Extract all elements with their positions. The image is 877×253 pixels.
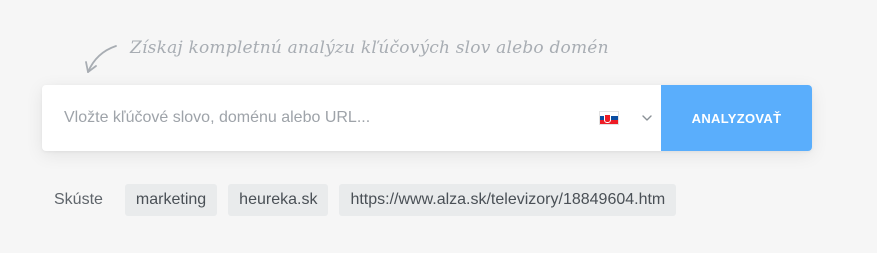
try-label: Skúste xyxy=(54,191,103,208)
hint-text: Získaj kompletnú analýzu kľúčových slov … xyxy=(130,38,609,58)
search-input[interactable] xyxy=(42,85,587,151)
slovakia-flag-icon xyxy=(599,111,619,125)
chevron-down-icon xyxy=(642,115,652,121)
curved-arrow-icon xyxy=(85,45,117,73)
suggestion-chip[interactable]: https://www.alza.sk/televizory/18849604.… xyxy=(339,184,677,216)
suggestions: Skúste marketing heureka.sk https://www.… xyxy=(54,184,687,216)
search-bar: ANALYZOVAŤ xyxy=(42,85,812,151)
analyze-button[interactable]: ANALYZOVAŤ xyxy=(661,85,812,151)
suggestion-chip[interactable]: marketing xyxy=(124,184,218,216)
country-select[interactable] xyxy=(597,85,661,151)
suggestion-chip[interactable]: heureka.sk xyxy=(228,184,329,216)
